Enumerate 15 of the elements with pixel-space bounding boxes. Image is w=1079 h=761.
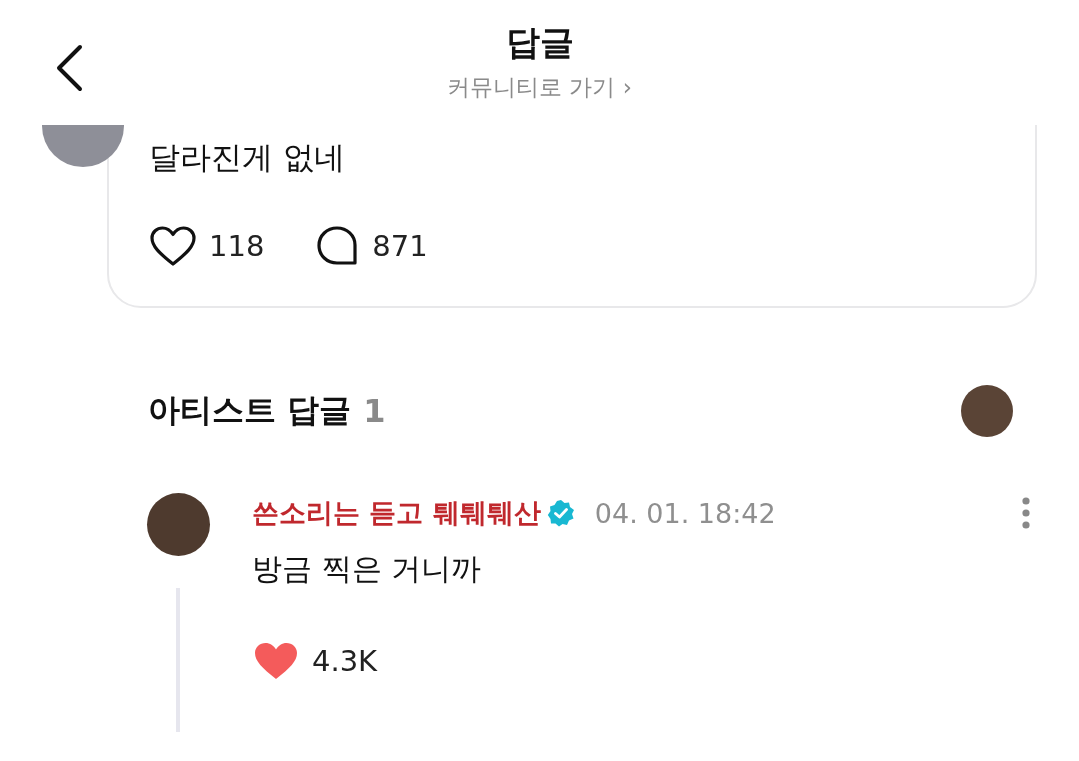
more-options-button[interactable] [1021, 496, 1031, 530]
reply-count: 1 [363, 392, 386, 430]
author-name[interactable]: 쓴소리는 듣고 퉤퉤퉤산 [252, 495, 541, 531]
avatar [961, 385, 1013, 437]
more-vertical-icon [1021, 496, 1031, 530]
heart-filled-icon [252, 640, 300, 682]
reply-text: 방금 찍은 거니까 [252, 550, 483, 588]
post-text: 달라진게 없네 [149, 138, 346, 177]
like-button[interactable]: 118 [149, 225, 265, 267]
like-button[interactable]: 4.3K [252, 640, 378, 682]
comment-button[interactable]: 871 [316, 225, 428, 267]
heart-icon [149, 225, 197, 267]
section-heading: 아티스트 답글 [148, 390, 352, 431]
timestamp: 04. 01. 18:42 [594, 497, 776, 529]
page-title: 답글 [505, 21, 574, 64]
